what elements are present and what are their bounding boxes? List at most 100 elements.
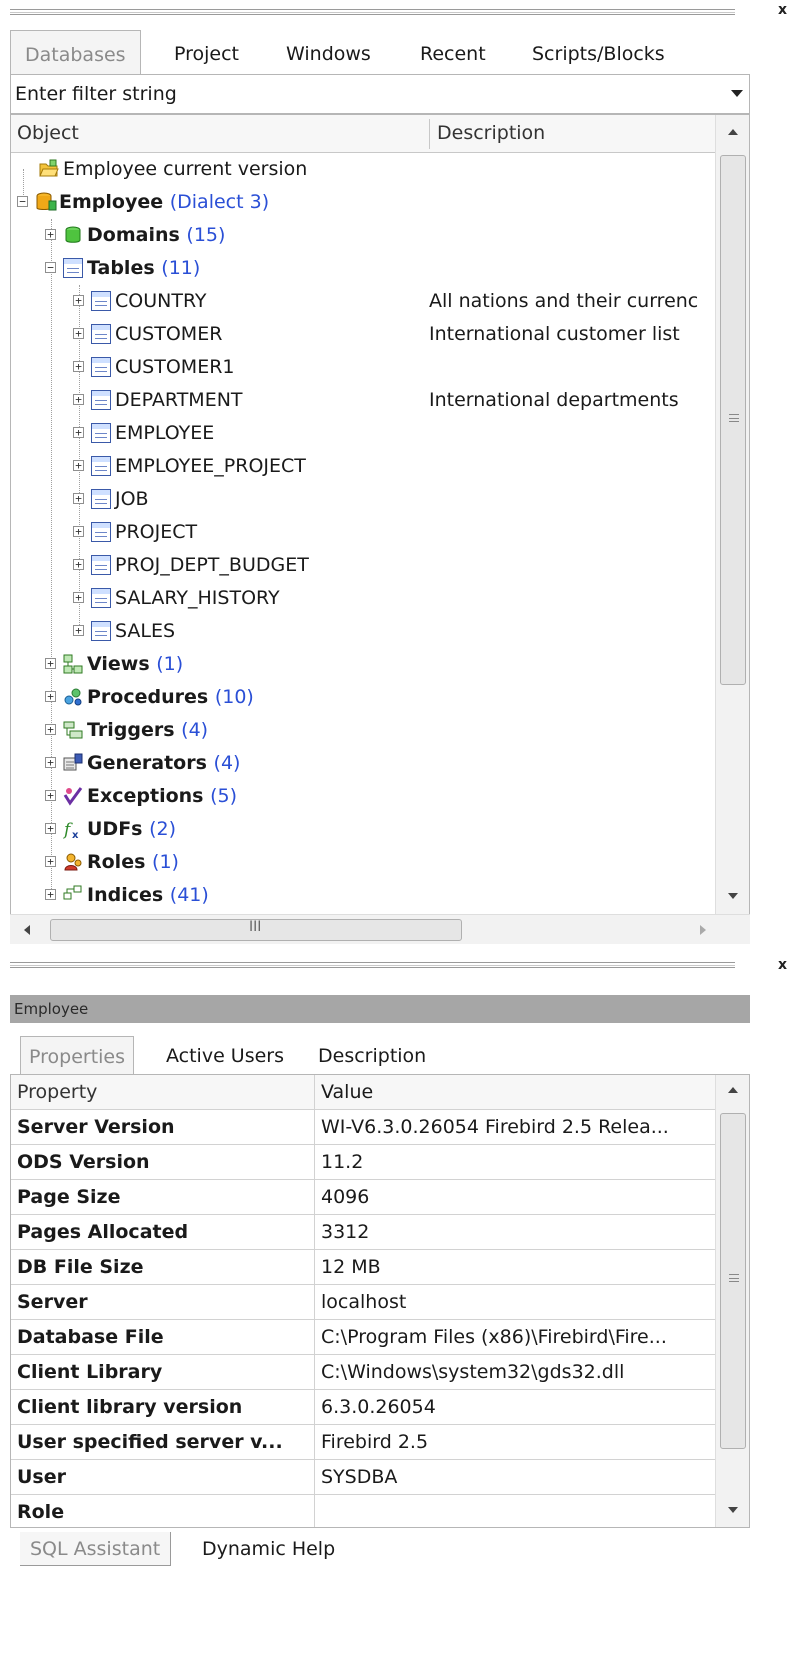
- tree-row-current-version[interactable]: Employee current version: [11, 153, 715, 186]
- column-separator[interactable]: [429, 119, 430, 149]
- tree-label: Employee current version: [63, 158, 308, 180]
- close-icon[interactable]: x: [778, 2, 787, 18]
- expand-icon[interactable]: +: [45, 229, 56, 240]
- expand-icon[interactable]: +: [45, 889, 56, 900]
- expand-icon[interactable]: +: [73, 625, 84, 636]
- scroll-right-icon[interactable]: [700, 925, 706, 935]
- tree-row-generators[interactable]: + Generators (4): [11, 747, 715, 780]
- scroll-up-icon[interactable]: [728, 129, 738, 135]
- tree-row-triggers[interactable]: + Triggers (4): [11, 714, 715, 747]
- expand-icon[interactable]: +: [45, 790, 56, 801]
- scroll-up-icon[interactable]: [728, 1087, 738, 1093]
- column-header-value[interactable]: Value: [321, 1081, 715, 1103]
- expand-icon[interactable]: +: [73, 361, 84, 372]
- table-row[interactable]: + DEPARTMENT International departments: [11, 384, 715, 417]
- table-row[interactable]: + PROJECT: [11, 516, 715, 549]
- table-row[interactable]: + SALARY_HISTORY: [11, 582, 715, 615]
- tree-vertical-scrollbar[interactable]: [715, 115, 749, 915]
- scrollbar-thumb[interactable]: III: [50, 919, 462, 941]
- table-row[interactable]: + JOB: [11, 483, 715, 516]
- expand-icon[interactable]: +: [45, 823, 56, 834]
- expand-icon[interactable]: +: [73, 394, 84, 405]
- property-row[interactable]: Client library version 6.3.0.26054: [11, 1390, 715, 1425]
- table-row[interactable]: + COUNTRY All nations and their currenc: [11, 285, 715, 318]
- property-row[interactable]: Server Version WI-V6.3.0.26054 Firebird …: [11, 1110, 715, 1145]
- panel-grip-middle[interactable]: [10, 962, 735, 968]
- tree-label: Tables (11): [87, 257, 200, 279]
- table-row[interactable]: + EMPLOYEE_PROJECT: [11, 450, 715, 483]
- tree-row-views[interactable]: + Views (1): [11, 648, 715, 681]
- tab-sql-assistant[interactable]: SQL Assistant: [20, 1532, 172, 1566]
- tab-description[interactable]: Description: [310, 1036, 434, 1074]
- tree-row-database[interactable]: − Employee (Dialect 3): [11, 186, 715, 219]
- expand-icon[interactable]: +: [45, 757, 56, 768]
- expand-icon[interactable]: +: [73, 460, 84, 471]
- close-icon[interactable]: x: [778, 957, 787, 973]
- scroll-left-icon[interactable]: [24, 925, 30, 935]
- tab-project[interactable]: Project: [160, 30, 253, 74]
- expand-icon[interactable]: +: [73, 526, 84, 537]
- table-row[interactable]: + EMPLOYEE: [11, 417, 715, 450]
- tab-properties[interactable]: Properties: [20, 1036, 135, 1074]
- property-row[interactable]: Page Size 4096: [11, 1180, 715, 1215]
- tab-dynamic-help[interactable]: Dynamic Help: [192, 1532, 345, 1566]
- tree-horizontal-scrollbar[interactable]: III: [10, 914, 750, 944]
- tables-icon: [63, 258, 83, 278]
- expand-icon[interactable]: +: [45, 724, 56, 735]
- tree-row-exceptions[interactable]: + Exceptions (5): [11, 780, 715, 813]
- tree-row-roles[interactable]: + Roles (1): [11, 846, 715, 879]
- expand-icon[interactable]: +: [73, 592, 84, 603]
- tab-scripts-blocks[interactable]: Scripts/Blocks: [518, 30, 679, 74]
- tab-recent[interactable]: Recent: [406, 30, 500, 74]
- table-icon: [91, 324, 111, 344]
- tree-row-indices[interactable]: + Indices (41): [11, 879, 715, 912]
- tab-active-users[interactable]: Active Users: [158, 1036, 292, 1074]
- expand-icon[interactable]: +: [73, 427, 84, 438]
- tab-databases[interactable]: Databases: [10, 30, 141, 74]
- property-row[interactable]: Database File C:\Program Files (x86)\Fir…: [11, 1320, 715, 1355]
- property-row[interactable]: User specified server v... Firebird 2.5: [11, 1425, 715, 1460]
- table-row[interactable]: + CUSTOMER International customer list: [11, 318, 715, 351]
- tab-windows[interactable]: Windows: [272, 30, 385, 74]
- property-row[interactable]: Role: [11, 1495, 715, 1527]
- panel-grip-top[interactable]: [10, 9, 735, 15]
- filter-input[interactable]: Enter filter string: [15, 83, 177, 105]
- dropdown-arrow-icon[interactable]: [731, 90, 743, 97]
- property-value: localhost: [321, 1291, 407, 1313]
- scroll-down-icon[interactable]: [728, 1507, 738, 1513]
- property-row[interactable]: Pages Allocated 3312: [11, 1215, 715, 1250]
- generators-icon: [63, 753, 83, 773]
- expand-icon[interactable]: +: [45, 658, 56, 669]
- table-row[interactable]: + CUSTOMER1: [11, 351, 715, 384]
- filter-combobox[interactable]: Enter filter string: [10, 74, 750, 114]
- property-row[interactable]: DB File Size 12 MB: [11, 1250, 715, 1285]
- table-row[interactable]: + PROJ_DEPT_BUDGET: [11, 549, 715, 582]
- scrollbar-thumb[interactable]: [720, 155, 746, 685]
- column-header-property[interactable]: Property: [17, 1081, 309, 1103]
- property-name: Pages Allocated: [17, 1221, 189, 1243]
- expand-icon[interactable]: +: [73, 328, 84, 339]
- tree-row-udfs[interactable]: + fx UDFs (2): [11, 813, 715, 846]
- scrollbar-thumb[interactable]: [720, 1113, 746, 1449]
- property-row[interactable]: Server localhost: [11, 1285, 715, 1320]
- property-row[interactable]: User SYSDBA: [11, 1460, 715, 1495]
- table-row[interactable]: + SALES: [11, 615, 715, 648]
- expand-icon[interactable]: +: [73, 559, 84, 570]
- scroll-down-icon[interactable]: [728, 893, 738, 899]
- collapse-icon[interactable]: −: [17, 196, 28, 207]
- property-row[interactable]: ODS Version 11.2: [11, 1145, 715, 1180]
- tree-row-domains[interactable]: + Domains (15): [11, 219, 715, 252]
- expand-icon[interactable]: +: [73, 295, 84, 306]
- tree-label: Triggers (4): [87, 719, 208, 741]
- properties-vertical-scrollbar[interactable]: [715, 1075, 749, 1527]
- column-header-description[interactable]: Description: [437, 122, 545, 144]
- expand-icon[interactable]: +: [45, 856, 56, 867]
- expand-icon[interactable]: +: [45, 691, 56, 702]
- expand-icon[interactable]: +: [73, 493, 84, 504]
- collapse-icon[interactable]: −: [45, 262, 56, 273]
- property-row[interactable]: Client Library C:\Windows\system32\gds32…: [11, 1355, 715, 1390]
- column-header-object[interactable]: Object: [17, 122, 79, 144]
- tree-row-procedures[interactable]: + Procedures (10): [11, 681, 715, 714]
- group-label: Indices: [87, 884, 164, 906]
- tree-row-tables[interactable]: − Tables (11): [11, 252, 715, 285]
